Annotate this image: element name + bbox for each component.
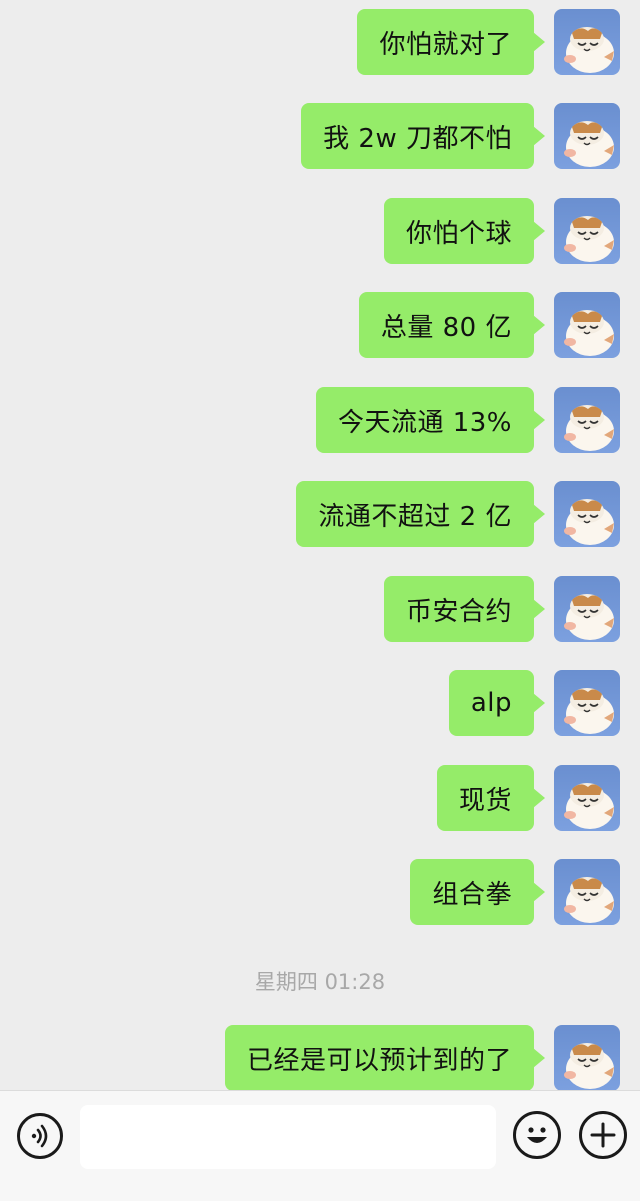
cat-avatar-icon xyxy=(564,499,614,545)
message-row: 已经是可以预计到的了 xyxy=(0,1025,640,1090)
chat-message-list[interactable]: 你怕就对了 我 2w 刀都不怕 你怕个球 总量 80 亿 今天流通 13% 流通… xyxy=(0,0,640,1090)
message-row: 现货 xyxy=(0,765,640,831)
avatar[interactable] xyxy=(554,765,620,831)
avatar[interactable] xyxy=(554,387,620,453)
message-bubble[interactable]: 组合拳 xyxy=(410,859,545,925)
cat-avatar-icon xyxy=(564,877,614,923)
cat-avatar-icon xyxy=(564,1043,614,1089)
avatar[interactable] xyxy=(554,1025,620,1090)
cat-avatar-icon xyxy=(564,594,614,640)
avatar[interactable] xyxy=(554,9,620,75)
more-actions-button[interactable] xyxy=(579,1111,627,1159)
avatar[interactable] xyxy=(554,859,620,925)
message-row: 我 2w 刀都不怕 xyxy=(0,103,640,169)
message-row: 组合拳 xyxy=(0,859,640,925)
cat-avatar-icon xyxy=(564,688,614,734)
avatar[interactable] xyxy=(554,481,620,547)
message-bubble[interactable]: 币安合约 xyxy=(383,576,546,642)
message-input[interactable] xyxy=(80,1105,496,1169)
message-timestamp: 星期四 01:28 xyxy=(254,970,386,994)
message-bubble[interactable]: 我 2w 刀都不怕 xyxy=(301,103,545,169)
avatar[interactable] xyxy=(554,670,620,736)
emoji-icon xyxy=(527,1127,547,1143)
chat-input-bar xyxy=(0,1090,640,1201)
message-bubble[interactable]: 你怕就对了 xyxy=(357,9,545,75)
message-bubble[interactable]: 总量 80 亿 xyxy=(358,292,546,358)
message-bubble[interactable]: alp xyxy=(448,670,546,736)
message-row: 今天流通 13% xyxy=(0,387,640,453)
cat-avatar-icon xyxy=(564,783,614,829)
voice-icon xyxy=(31,1124,48,1148)
message-row: 币安合约 xyxy=(0,576,640,642)
avatar[interactable] xyxy=(554,103,620,169)
avatar[interactable] xyxy=(554,292,620,358)
emoji-button[interactable] xyxy=(513,1111,561,1159)
cat-avatar-icon xyxy=(564,27,614,73)
cat-avatar-icon xyxy=(564,310,614,356)
message-bubble[interactable]: 你怕个球 xyxy=(383,198,546,264)
avatar[interactable] xyxy=(554,198,620,264)
voice-button[interactable] xyxy=(17,1113,63,1159)
message-bubble[interactable]: 流通不超过 2 亿 xyxy=(296,481,545,547)
message-bubble[interactable]: 今天流通 13% xyxy=(315,387,546,453)
message-row: 总量 80 亿 xyxy=(0,292,640,358)
message-row: alp xyxy=(0,670,640,736)
message-row: 流通不超过 2 亿 xyxy=(0,481,640,547)
message-row: 你怕个球 xyxy=(0,198,640,264)
cat-avatar-icon xyxy=(564,405,614,451)
message-bubble[interactable]: 现货 xyxy=(436,765,546,831)
plus-icon xyxy=(590,1122,616,1148)
message-row: 你怕就对了 xyxy=(0,9,640,75)
avatar[interactable] xyxy=(554,576,620,642)
cat-avatar-icon xyxy=(564,121,614,167)
cat-avatar-icon xyxy=(564,216,614,262)
message-bubble[interactable]: 已经是可以预计到的了 xyxy=(224,1025,546,1090)
